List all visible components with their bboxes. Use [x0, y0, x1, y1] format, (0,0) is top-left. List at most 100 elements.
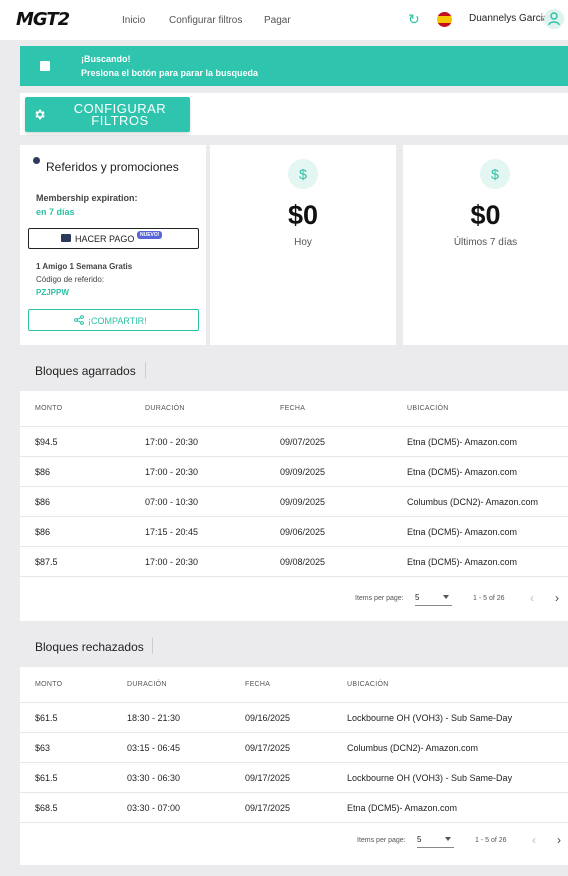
table-row[interactable]: $86 17:00 - 20:30 09/09/2025 Etna (DCM5)…: [20, 456, 568, 486]
cell-ubicacion: Etna (DCM5)- Amazon.com: [347, 803, 458, 813]
share-icon: [74, 315, 84, 325]
searching-banner: ¡Buscando! Presiona el botón para parar …: [20, 46, 568, 86]
spain-flag-icon[interactable]: [437, 12, 452, 27]
seven-days-label: Últimos 7 días: [453, 237, 518, 248]
grabbed-blocks-title: Bloques agarrados: [35, 364, 136, 378]
gear-icon: [35, 109, 45, 120]
col-fecha[interactable]: FECHA: [280, 405, 305, 412]
share-button[interactable]: ¡COMPARTIR!: [28, 309, 199, 331]
cell-monto: $86: [35, 527, 51, 537]
referral-title: Referidos y promociones: [46, 160, 179, 174]
items-per-page-value: 5: [417, 835, 422, 844]
paginator: Items per page: 5 1 - 5 of 26 ‹ ›: [20, 576, 568, 620]
table-row[interactable]: $68.5 03:30 - 07:00 09/17/2025 Etna (DCM…: [20, 792, 568, 822]
next-page-icon[interactable]: ›: [557, 833, 561, 847]
cell-monto: $86: [35, 497, 51, 507]
nav-inicio[interactable]: Inicio: [122, 15, 145, 26]
col-fecha[interactable]: FECHA: [245, 681, 270, 688]
dollar-icon: $: [288, 159, 318, 189]
stat-card-today: $ $0 Hoy: [210, 145, 396, 345]
col-monto[interactable]: MONTO: [35, 405, 62, 412]
divider: [152, 638, 153, 654]
make-payment-label: HACER PAGO: [75, 234, 135, 244]
items-per-page-label: Items per page:: [357, 837, 406, 844]
divider: [145, 362, 146, 378]
cell-fecha: 09/17/2025: [245, 803, 291, 813]
table-row[interactable]: $86 17:15 - 20:45 09/06/2025 Etna (DCM5)…: [20, 516, 568, 546]
cell-ubicacion: Columbus (DCN2)- Amazon.com: [347, 743, 479, 753]
cell-monto: $68.5: [35, 803, 58, 813]
table-row[interactable]: $87.5 17:00 - 20:30 09/08/2025 Etna (DCM…: [20, 546, 568, 576]
rejected-blocks-header: Bloques rechazados: [20, 625, 568, 667]
col-monto[interactable]: MONTO: [35, 681, 62, 688]
share-label: ¡COMPARTIR!: [88, 316, 147, 326]
col-duracion[interactable]: DURACIÓN: [127, 681, 167, 688]
stat-card-7-days: $ $0 Últimos 7 días: [403, 145, 568, 345]
nav-pagar[interactable]: Pagar: [264, 15, 291, 26]
grabbed-blocks-header: Bloques agarrados: [20, 349, 568, 391]
cell-monto: $87.5: [35, 557, 58, 567]
cell-duracion: 03:15 - 06:45: [127, 743, 181, 753]
cell-duracion: 18:30 - 21:30: [127, 713, 181, 723]
app-logo[interactable]: MGT2: [16, 9, 70, 30]
paginator: Items per page: 5 1 - 5 of 26 ‹ ›: [20, 822, 568, 866]
cell-duracion: 17:00 - 20:30: [145, 467, 199, 477]
cell-duracion: 17:00 - 20:30: [145, 437, 199, 447]
today-label: Hoy: [294, 237, 312, 248]
cell-monto: $63: [35, 743, 51, 753]
configure-filters-button[interactable]: CONFIGURAR FILTROS: [25, 97, 190, 132]
table-row[interactable]: $63 03:15 - 06:45 09/17/2025 Columbus (D…: [20, 732, 568, 762]
cell-fecha: 09/09/2025: [280, 497, 326, 507]
cell-monto: $61.5: [35, 713, 58, 723]
chevron-down-icon: [445, 837, 451, 841]
rejected-blocks-panel: Bloques rechazados MONTO DURACIÓN FECHA …: [20, 625, 568, 865]
table-row[interactable]: $61.5 03:30 - 06:30 09/17/2025 Lockbourn…: [20, 762, 568, 792]
cell-fecha: 09/07/2025: [280, 437, 326, 447]
table-row[interactable]: $61.5 18:30 - 21:30 09/16/2025 Lockbourn…: [20, 702, 568, 732]
dollar-icon: $: [480, 159, 510, 189]
top-navbar: MGT2 Inicio Configurar filtros Pagar ↻ D…: [0, 0, 568, 40]
col-ubicacion[interactable]: UBICACIÓN: [407, 405, 449, 412]
cell-ubicacion: Etna (DCM5)- Amazon.com: [407, 437, 518, 447]
items-per-page-select[interactable]: 5: [415, 593, 452, 606]
cell-duracion: 03:30 - 07:00: [127, 803, 181, 813]
cell-ubicacion: Etna (DCM5)- Amazon.com: [407, 557, 518, 567]
prev-page-icon[interactable]: ‹: [532, 833, 536, 847]
cell-fecha: 09/06/2025: [280, 527, 326, 537]
config-label-line2: FILTROS: [91, 113, 149, 128]
col-ubicacion[interactable]: UBICACIÓN: [347, 681, 389, 688]
username: Duannelys Garcia: [469, 13, 549, 24]
cell-duracion: 03:30 - 06:30: [127, 773, 181, 783]
seven-days-amount: $0: [470, 200, 501, 230]
rejected-blocks-title: Bloques rechazados: [35, 640, 144, 654]
items-per-page-select[interactable]: 5: [417, 835, 454, 848]
cell-monto: $61.5: [35, 773, 58, 783]
referral-card: Referidos y promociones Membership expir…: [20, 145, 206, 345]
cell-fecha: 09/09/2025: [280, 467, 326, 477]
cell-duracion: 17:15 - 20:45: [145, 527, 199, 537]
refresh-icon[interactable]: ↻: [408, 11, 420, 28]
cell-duracion: 07:00 - 10:30: [145, 497, 199, 507]
promo-text: 1 Amigo 1 Semana Gratis: [36, 262, 133, 271]
cell-fecha: 09/08/2025: [280, 557, 326, 567]
chevron-down-icon: [443, 595, 449, 599]
nav-configurar-filtros[interactable]: Configurar filtros: [169, 15, 242, 26]
referral-code: PZJPPW: [36, 288, 69, 297]
make-payment-button[interactable]: HACER PAGO NUEVO!: [28, 228, 199, 249]
items-per-page-label: Items per page:: [355, 595, 404, 602]
items-per-page-value: 5: [415, 593, 420, 602]
table-row[interactable]: $94.5 17:00 - 20:30 09/07/2025 Etna (DCM…: [20, 426, 568, 456]
col-duracion[interactable]: DURACIÓN: [145, 405, 185, 412]
cell-ubicacion: Lockbourne OH (VOH3) - Sub Same-Day: [347, 773, 513, 783]
prev-page-icon[interactable]: ‹: [530, 591, 534, 605]
table-row[interactable]: $86 07:00 - 10:30 09/09/2025 Columbus (D…: [20, 486, 568, 516]
grabbed-blocks-panel: Bloques agarrados MONTO DURACIÓN FECHA U…: [20, 349, 568, 621]
cell-monto: $86: [35, 467, 51, 477]
wallet-icon: [61, 234, 71, 242]
cell-ubicacion: Lockbourne OH (VOH3) - Sub Same-Day: [347, 713, 513, 723]
stop-search-checkbox[interactable]: [40, 61, 50, 71]
page-range: 1 - 5 of 26: [475, 837, 507, 844]
next-page-icon[interactable]: ›: [555, 591, 559, 605]
user-avatar-icon[interactable]: [544, 9, 564, 29]
referral-code-label: Código de referido:: [36, 275, 105, 284]
